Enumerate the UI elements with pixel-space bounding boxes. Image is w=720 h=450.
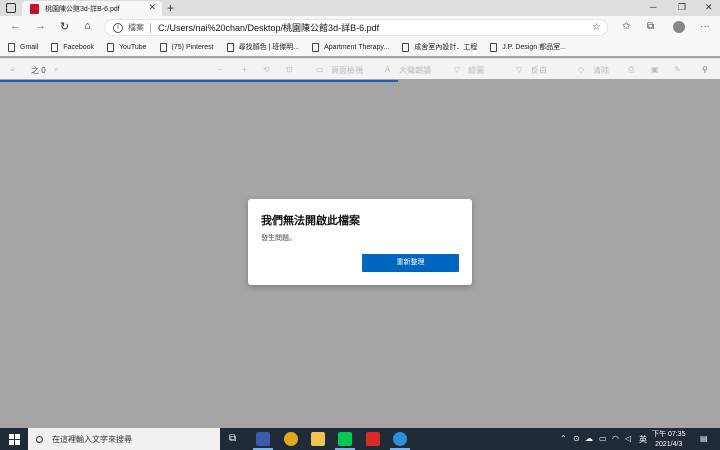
bookmark-item[interactable]: Gmail bbox=[8, 42, 38, 52]
bookmark-item[interactable]: 成舍室內設計．工程 bbox=[402, 42, 477, 52]
pin-icon[interactable]: ⚲ bbox=[702, 65, 708, 74]
minimize-icon[interactable]: ─ bbox=[650, 2, 656, 12]
loading-progress-bar bbox=[0, 80, 398, 82]
highlight-button[interactable]: 反白 bbox=[531, 65, 547, 76]
bookmark-doc-icon bbox=[490, 42, 498, 52]
address-url[interactable]: C:/Users/nai%20chan/Desktop/桃園陳公館3d-詳B-6… bbox=[158, 21, 379, 34]
zoom-out-icon[interactable]: − bbox=[218, 65, 223, 74]
refresh-icon[interactable]: ↻ bbox=[60, 20, 69, 33]
profile-avatar[interactable] bbox=[673, 21, 685, 33]
clock[interactable]: 下午 07:35 2021/4/3 bbox=[652, 430, 685, 450]
erase-button[interactable]: 清除 bbox=[593, 65, 609, 76]
read-aloud-icon[interactable]: A bbox=[385, 65, 390, 74]
save-icon[interactable]: ▣ bbox=[651, 65, 659, 74]
bookmark-item[interactable]: YouTube bbox=[107, 42, 147, 52]
bookmark-doc-icon bbox=[8, 42, 15, 52]
clock-time: 下午 07:35 bbox=[652, 431, 686, 438]
taskbar-search-box[interactable]: 在這裡輸入文字來搜尋 bbox=[28, 428, 220, 450]
tab-active[interactable]: 桃園陳公館3d-詳B-6.pdf ✕ bbox=[22, 1, 162, 16]
draw-icon[interactable]: ▽ bbox=[454, 65, 460, 74]
page-view-button[interactable]: 頁面檢視 bbox=[331, 65, 363, 76]
new-tab-button[interactable]: + bbox=[167, 1, 174, 15]
bookmark-item[interactable]: 尋找顏色 | 班傑明... bbox=[226, 42, 299, 52]
task-view-icon[interactable]: ⧉ bbox=[229, 433, 236, 444]
bookmark-doc-icon bbox=[107, 42, 115, 52]
highlight-icon[interactable]: ▽ bbox=[516, 65, 522, 74]
erase-icon[interactable]: ◇ bbox=[578, 65, 584, 74]
clock-date: 2021/4/3 bbox=[655, 441, 683, 448]
back-icon[interactable]: ← bbox=[10, 20, 21, 32]
tray-chevron-icon[interactable]: ⌃ bbox=[560, 434, 567, 443]
start-windows-icon[interactable] bbox=[9, 434, 20, 445]
print-icon[interactable]: ⎙ bbox=[628, 65, 634, 75]
ime-indicator[interactable]: 英 bbox=[639, 434, 647, 445]
tab-title: 桃園陳公館3d-詳B-6.pdf bbox=[45, 5, 120, 13]
autocad-icon[interactable] bbox=[366, 432, 380, 446]
bookmark-item[interactable]: Apartment Therapy... bbox=[312, 42, 389, 52]
home-icon[interactable]: ⌂ bbox=[84, 20, 91, 32]
dialog-message: 發生問題。 bbox=[261, 235, 296, 242]
page-count: 之 0 bbox=[31, 66, 46, 75]
battery-icon[interactable]: ▭ bbox=[599, 434, 607, 443]
search-icon[interactable]: ⌕ bbox=[54, 65, 58, 75]
pdf-icon bbox=[30, 3, 39, 14]
address-bar[interactable]: i 檔案 C:/Users/nai%20chan/Desktop/桃園陳公館3d… bbox=[104, 19, 608, 36]
save-as-icon[interactable]: ✎ bbox=[674, 65, 681, 74]
bookmark-item[interactable]: Facebook bbox=[51, 42, 94, 52]
draw-button[interactable]: 繪圖 bbox=[468, 65, 484, 76]
tab-close-icon[interactable]: ✕ bbox=[148, 2, 156, 13]
fit-page-icon[interactable]: ⊡ bbox=[286, 65, 293, 74]
bookmark-doc-icon bbox=[51, 42, 59, 52]
collections-icon[interactable]: ⧉ bbox=[647, 21, 654, 32]
volume-icon[interactable]: ◁ bbox=[625, 434, 631, 443]
close-window-icon[interactable]: ✕ bbox=[705, 2, 713, 13]
favorite-star-icon[interactable]: ☆ bbox=[592, 22, 601, 33]
read-aloud-button[interactable]: 大聲朗讀 bbox=[399, 65, 431, 76]
bookmark-item[interactable]: J.P. Design 都品室... bbox=[490, 42, 566, 52]
navigation-bar: ← → ↻ ⌂ i 檔案 C:/Users/nai%20chan/Desktop… bbox=[0, 16, 720, 38]
address-divider bbox=[150, 22, 151, 33]
taskbar: 在這裡輸入文字來搜尋 ⧉ ⌃ ⊙ ☁ ▭ ◠ ◁ 英 下午 07:35 2021… bbox=[0, 428, 720, 450]
info-icon[interactable]: i bbox=[113, 22, 123, 33]
file-explorer-icon[interactable] bbox=[311, 432, 325, 446]
edge-icon[interactable] bbox=[393, 432, 407, 446]
address-scheme: 檔案 bbox=[128, 23, 144, 32]
app-pinned-icon[interactable] bbox=[256, 432, 270, 446]
tab-actions-icon[interactable] bbox=[6, 3, 16, 13]
pdf-toolbar: ≡ 之 0 ⌕ − + ⟲ ⊡ ▭ 頁面檢視 A 大聲朗讀 ▽ 繪圖 ▽ 反白 … bbox=[0, 58, 720, 79]
forward-icon[interactable]: → bbox=[35, 20, 46, 32]
dialog-title: 我們無法開啟此檔案 bbox=[261, 215, 360, 227]
bookmark-doc-icon bbox=[226, 42, 234, 52]
error-dialog: 我們無法開啟此檔案 發生問題。 重新整理 bbox=[248, 199, 472, 285]
tray-app-icon[interactable]: ⊙ bbox=[573, 434, 580, 443]
favorites-icon[interactable]: ✩ bbox=[622, 21, 630, 32]
bookmark-doc-icon bbox=[312, 42, 320, 52]
bookmarks-bar: Gmail Facebook YouTube (75) Pinterest 尋找… bbox=[0, 38, 720, 56]
bookmark-doc-icon bbox=[159, 42, 167, 52]
network-icon[interactable]: ◠ bbox=[612, 434, 619, 443]
notification-icon[interactable]: ▤ bbox=[700, 434, 708, 443]
bookmark-doc-icon bbox=[402, 42, 410, 52]
bookmark-item[interactable]: (75) Pinterest bbox=[159, 42, 214, 52]
tab-strip: 桃園陳公館3d-詳B-6.pdf ✕ + ─ ❐ ✕ bbox=[0, 0, 720, 16]
zoom-in-icon[interactable]: + bbox=[242, 65, 247, 74]
search-placeholder: 在這裡輸入文字來搜尋 bbox=[52, 434, 132, 444]
more-menu-icon[interactable]: ··· bbox=[700, 21, 710, 32]
page-view-icon[interactable]: ▭ bbox=[316, 65, 324, 74]
refresh-button[interactable]: 重新整理 bbox=[362, 254, 459, 272]
rotate-icon[interactable]: ⟲ bbox=[263, 65, 270, 74]
contents-icon[interactable]: ≡ bbox=[10, 65, 15, 74]
onedrive-icon[interactable]: ☁ bbox=[585, 434, 593, 443]
chrome-icon[interactable] bbox=[284, 432, 298, 446]
search-icon bbox=[36, 435, 43, 443]
maximize-icon[interactable]: ❐ bbox=[678, 2, 686, 13]
line-icon[interactable] bbox=[338, 432, 352, 446]
